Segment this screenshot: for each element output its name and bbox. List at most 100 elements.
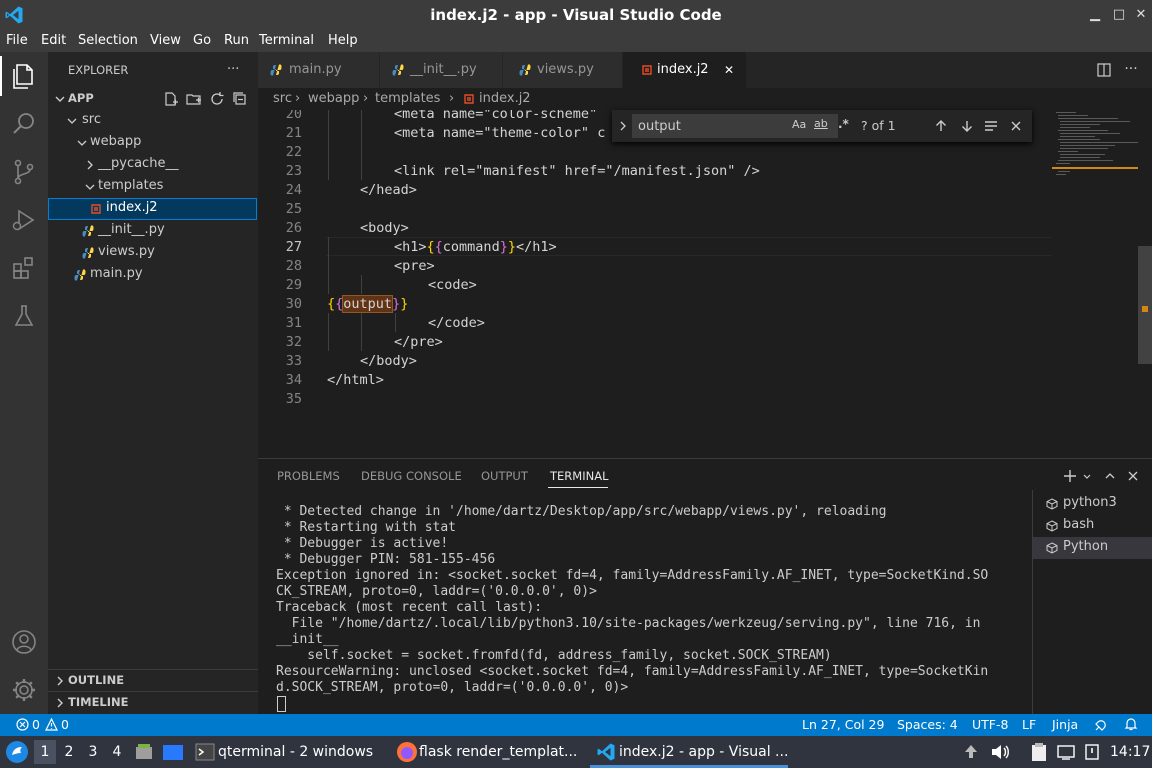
find-input[interactable] <box>632 114 838 138</box>
editor-scrollbar-thumb[interactable] <box>1138 246 1152 364</box>
show-desktop-icon[interactable] <box>162 742 184 762</box>
use-regex-toggle[interactable]: .* <box>838 117 849 131</box>
tree-folder-pycache[interactable]: __pycache__ <box>98 153 178 175</box>
menu-selection[interactable]: Selection <box>78 30 138 52</box>
tray-upload-icon[interactable] <box>963 743 979 761</box>
refresh-icon[interactable] <box>209 91 225 107</box>
taskbar-app-firefox[interactable]: flask render_templat... <box>419 736 577 768</box>
taskbar-app-vscode[interactable]: index.j2 - app - Visual ... <box>619 736 788 768</box>
workspace-3[interactable]: 3 <box>83 736 103 768</box>
collapse-all-icon[interactable] <box>232 91 248 107</box>
panel-tab-terminal[interactable]: TERMINAL <box>550 468 608 484</box>
minimap[interactable] <box>1052 110 1138 458</box>
tab-init-py[interactable]: __init__.py <box>380 52 503 88</box>
notifications-bell-icon[interactable] <box>1124 717 1138 731</box>
extensions-icon[interactable] <box>8 252 40 284</box>
workspace-2[interactable]: 2 <box>59 736 79 768</box>
menu-terminal[interactable]: Terminal <box>259 30 314 52</box>
tree-file-index-j2[interactable]: index.j2 <box>106 197 158 219</box>
close-find-icon[interactable] <box>1010 120 1022 132</box>
minimize-icon[interactable]: ▁ <box>1086 6 1104 24</box>
source-control-icon[interactable] <box>8 156 40 188</box>
tab-views-py[interactable]: views.py <box>503 52 623 88</box>
chevron-right-icon[interactable] <box>84 159 96 171</box>
outline-section[interactable]: OUTLINE <box>68 669 124 691</box>
clipboard-icon[interactable] <box>1030 742 1048 762</box>
maximize-icon[interactable]: □ <box>1110 6 1128 24</box>
warning-icon[interactable] <box>45 718 58 731</box>
run-debug-icon[interactable] <box>8 204 40 236</box>
chevron-down-icon[interactable] <box>66 115 78 127</box>
language-mode[interactable]: Jinja <box>1052 714 1078 736</box>
workspace-1[interactable]: 1 <box>35 736 55 768</box>
workspace-4[interactable]: 4 <box>107 736 127 768</box>
testing-flask-icon[interactable] <box>8 300 40 332</box>
toggle-replace-chevron-icon[interactable] <box>617 120 629 132</box>
tree-file-main-py[interactable]: main.py <box>90 263 143 285</box>
tree-file-init-py[interactable]: __init__.py <box>98 219 165 241</box>
taskbar-app-qterminal[interactable]: qterminal - 2 windows <box>218 736 373 768</box>
indentation[interactable]: Spaces: 4 <box>897 714 958 736</box>
next-match-icon[interactable] <box>960 119 974 133</box>
chevron-down-icon[interactable] <box>84 181 96 193</box>
workspace-root[interactable]: APP <box>68 87 94 109</box>
menu-help[interactable]: Help <box>328 30 358 52</box>
maximize-panel-icon[interactable] <box>1104 470 1116 482</box>
terminal-item-python[interactable]: Python <box>1063 536 1108 558</box>
match-whole-word-toggle[interactable]: ab <box>814 117 828 130</box>
power-icon[interactable] <box>1083 743 1101 761</box>
error-icon[interactable] <box>16 718 29 731</box>
warning-count[interactable]: 0 <box>61 714 69 736</box>
previous-match-icon[interactable] <box>934 119 948 133</box>
search-icon[interactable] <box>8 108 40 140</box>
tree-file-views-py[interactable]: views.py <box>98 241 155 263</box>
tab-main-py[interactable]: main.py <box>258 52 380 88</box>
file-manager-icon[interactable] <box>134 742 154 762</box>
new-terminal-icon[interactable] <box>1063 469 1077 483</box>
chevron-down-icon[interactable] <box>54 93 66 105</box>
editor-more-actions-icon[interactable]: ··· <box>1122 58 1140 80</box>
tab-index-j2[interactable]: index.j2 ✕ <box>623 52 747 88</box>
menu-file[interactable]: File <box>6 30 28 52</box>
tree-folder-webapp[interactable]: webapp <box>90 131 141 153</box>
accounts-icon[interactable] <box>8 626 40 658</box>
breadcrumb-src[interactable]: src <box>273 88 292 110</box>
chevron-down-icon[interactable] <box>76 137 88 149</box>
find-in-selection-icon[interactable] <box>984 119 998 133</box>
panel-tab-problems[interactable]: PROBLEMS <box>277 468 340 484</box>
tree-folder-src[interactable]: src <box>82 109 101 131</box>
panel-tab-output[interactable]: OUTPUT <box>481 468 528 484</box>
tab-close-icon[interactable]: ✕ <box>724 52 734 88</box>
breadcrumb-templates[interactable]: templates <box>375 88 440 110</box>
chevron-right-icon[interactable] <box>54 675 66 687</box>
volume-icon[interactable] <box>990 743 1010 761</box>
menu-go[interactable]: Go <box>193 30 211 52</box>
panel-tab-debug-console[interactable]: DEBUG CONSOLE <box>361 468 462 484</box>
cursor-position[interactable]: Ln 27, Col 29 <box>802 714 884 736</box>
code-editor[interactable]: 20 21 22 23 24 25 26 27 28 29 30 31 32 3… <box>258 110 1152 458</box>
menu-run[interactable]: Run <box>224 30 249 52</box>
feedback-icon[interactable] <box>1094 717 1109 732</box>
chevron-down-icon[interactable] <box>1082 472 1092 482</box>
menu-edit[interactable]: Edit <box>41 30 66 52</box>
timeline-section[interactable]: TIMELINE <box>68 691 129 713</box>
new-folder-icon[interactable] <box>186 91 202 107</box>
end-of-line[interactable]: LF <box>1022 714 1036 736</box>
start-menu-icon[interactable] <box>5 740 29 764</box>
chevron-right-icon[interactable] <box>54 697 66 709</box>
breadcrumb-webapp[interactable]: webapp <box>308 88 359 110</box>
terminal-item-python3[interactable]: python3 <box>1063 492 1117 514</box>
new-file-icon[interactable] <box>163 91 179 107</box>
close-window-icon[interactable]: ✕ <box>1132 6 1150 24</box>
split-editor-icon[interactable] <box>1096 62 1112 78</box>
terminal-item-bash[interactable]: bash <box>1063 514 1094 536</box>
encoding[interactable]: UTF-8 <box>972 714 1008 736</box>
tree-folder-templates[interactable]: templates <box>98 175 163 197</box>
explorer-more-button[interactable]: ··· <box>227 59 239 81</box>
breadcrumb-index-j2[interactable]: index.j2 <box>479 88 531 110</box>
settings-gear-icon[interactable] <box>8 674 40 706</box>
explorer-icon[interactable] <box>8 60 40 92</box>
menu-view[interactable]: View <box>150 30 181 52</box>
close-panel-icon[interactable] <box>1127 470 1139 482</box>
match-case-toggle[interactable]: Aa <box>792 118 806 131</box>
